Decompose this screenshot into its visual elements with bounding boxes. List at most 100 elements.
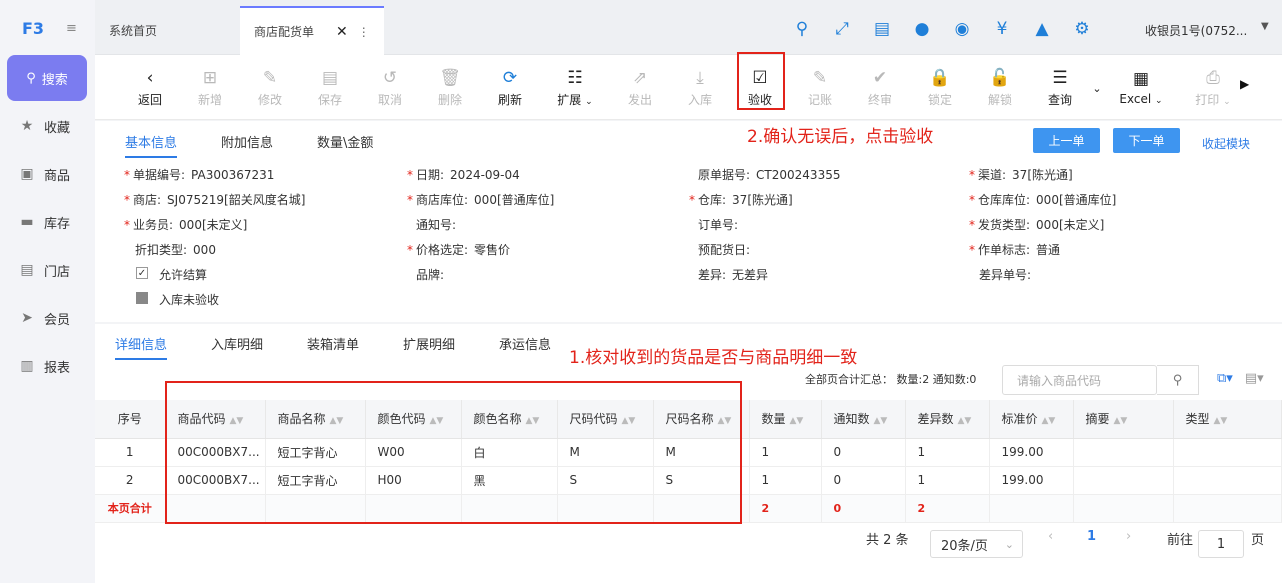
download-icon: ⤓ xyxy=(696,67,704,88)
chevron-down-icon[interactable]: ▼ xyxy=(1261,21,1269,32)
sidebar-item-favorites[interactable]: ★ 收藏 xyxy=(18,114,90,138)
sidebar-item-inventory[interactable]: ▬ 库存 xyxy=(18,210,90,234)
current-page[interactable]: 1 xyxy=(1087,529,1096,544)
table-cell xyxy=(1073,466,1174,495)
new-button[interactable]: ⊞ 新增 xyxy=(185,63,235,113)
page-size-select[interactable]: 20条/页 ⌄ xyxy=(930,530,1023,558)
goto-page-input[interactable]: 1 xyxy=(1198,530,1244,558)
tab-packing-list[interactable]: 装箱清单 xyxy=(307,334,359,353)
column-header[interactable]: 数量 ▲▼ xyxy=(749,400,822,439)
allow-settlement-label: 允许结算 xyxy=(159,268,208,282)
member-icon: ➤ xyxy=(21,310,33,326)
chevron-down-icon: ⌄ xyxy=(1092,81,1102,95)
query-dropdown[interactable]: ⌄ xyxy=(1085,63,1109,113)
close-icon[interactable]: ✕ xyxy=(336,24,348,40)
menu-collapse-icon[interactable]: ≡ xyxy=(66,21,77,36)
search-button[interactable]: ⚲ 搜索 xyxy=(7,55,87,101)
sidebar-item-reports[interactable]: ▥ 报表 xyxy=(18,354,90,378)
gear-icon[interactable]: ⚙ xyxy=(1072,19,1092,39)
page-size-value: 20条/页 xyxy=(941,538,988,554)
extend-button[interactable]: ☷ 扩展 ⌄ xyxy=(547,63,603,113)
column-header[interactable]: 摘要 ▲▼ xyxy=(1073,400,1174,439)
refresh-icon: ⟳ xyxy=(502,67,518,88)
field-store-location: * 商店库位: 000[普通库位] xyxy=(407,193,555,207)
query-button[interactable]: ☰ 查询 xyxy=(1035,63,1085,113)
cancel-button[interactable]: ↺ 取消 xyxy=(365,63,415,113)
sidebar-item-products[interactable]: ▣ 商品 xyxy=(18,162,90,186)
shirt-icon[interactable]: ▲ xyxy=(1032,19,1052,39)
collapse-module-link[interactable]: 收起模块 xyxy=(1202,135,1250,152)
excel-button[interactable]: ▦ Excel ⌄ xyxy=(1113,63,1169,113)
clipboard-icon[interactable]: ▤ xyxy=(872,19,892,39)
product-detail-highlight-box xyxy=(165,381,742,524)
tab-store-distribution[interactable]: 商店配货单 ✕ ⋮ xyxy=(240,6,384,55)
refresh-button[interactable]: ⟳ 刷新 xyxy=(485,63,535,113)
tab-home[interactable]: 系统首页 xyxy=(109,6,157,55)
table-cell: 1 xyxy=(749,438,822,467)
prev-page-icon[interactable]: ‹ xyxy=(1048,529,1053,544)
sidebar: F3 ≡ ⚲ 搜索 ★ 收藏 ▣ 商品 ▬ 库存 ▤ 门店 ➤ 会员 ▥ 报表 xyxy=(0,0,95,583)
button-label: 锁定 xyxy=(927,92,952,107)
final-review-button[interactable]: ✔ 终审 xyxy=(855,63,905,113)
tab-stock-in-detail[interactable]: 入库明细 xyxy=(211,334,263,353)
cash-icon[interactable]: ¥ xyxy=(992,19,1012,39)
column-header[interactable]: 序号 xyxy=(95,400,166,439)
next-record-button[interactable]: 下一单 xyxy=(1113,128,1180,153)
expand-icon[interactable]: ⤢ xyxy=(832,19,852,39)
copy-icon[interactable]: ⧉▾ xyxy=(1217,371,1233,386)
product-code-search-input[interactable]: 请输入商品代码 xyxy=(1002,365,1157,395)
tab-basic-info[interactable]: 基本信息 xyxy=(125,132,178,158)
stock-in-button[interactable]: ⤓ 入库 xyxy=(675,63,725,113)
table-cell: 0 xyxy=(821,438,906,467)
not-accepted-label: 入库未验收 xyxy=(159,293,220,307)
column-header[interactable]: 标准价 ▲▼ xyxy=(989,400,1074,439)
user-name[interactable]: 收银员1号(0752... xyxy=(1145,22,1247,39)
back-button[interactable]: ‹ 返回 xyxy=(125,63,175,113)
tab-carrier-info[interactable]: 承运信息 xyxy=(499,334,551,353)
chevron-down-icon: ⌄ xyxy=(1223,96,1231,107)
more-icon[interactable]: ⋮ xyxy=(358,25,370,39)
search-icon[interactable]: ⚲ xyxy=(1157,365,1199,395)
not-accepted-checkbox[interactable] xyxy=(136,292,148,304)
table-cell: 1 xyxy=(905,438,990,467)
edit-button[interactable]: ✎ 修改 xyxy=(245,63,295,113)
tab-quantity-amount[interactable]: 数量\金额 xyxy=(317,132,373,151)
next-page-icon[interactable]: › xyxy=(1126,529,1131,544)
bulb-icon[interactable]: ◉ xyxy=(952,19,972,39)
column-header[interactable]: 通知数 ▲▼ xyxy=(821,400,906,439)
chevron-down-icon: ⌄ xyxy=(585,96,593,107)
allow-settlement-checkbox[interactable]: ✓ xyxy=(136,267,148,279)
column-header[interactable]: 差异数 ▲▼ xyxy=(905,400,990,439)
paste-icon[interactable]: ▤▾ xyxy=(1245,371,1264,386)
button-label: 查询 xyxy=(1047,92,1072,107)
table-cell: 2 xyxy=(95,466,166,495)
delete-button[interactable]: 🗑 删除 xyxy=(425,63,475,113)
table-cell xyxy=(1073,438,1174,467)
tab-extended-detail[interactable]: 扩展明细 xyxy=(403,334,455,353)
user-icon[interactable]: ● xyxy=(912,19,932,39)
post-button[interactable]: ✎ 记账 xyxy=(795,63,845,113)
field-discount-type: 折扣类型: 000 xyxy=(135,243,216,257)
toolbar-more-icon[interactable]: ▶ xyxy=(1240,77,1249,91)
lock-button[interactable]: 🔒 锁定 xyxy=(915,63,965,113)
sidebar-item-members[interactable]: ➤ 会员 xyxy=(18,306,90,330)
unlock-button[interactable]: 🔓 解锁 xyxy=(975,63,1025,113)
prev-record-button[interactable]: 上一单 xyxy=(1033,128,1100,153)
sidebar-item-stores[interactable]: ▤ 门店 xyxy=(18,258,90,282)
search-icon: ⚲ xyxy=(26,70,36,86)
table-cell: 1 xyxy=(95,438,166,467)
field-notice-no: 通知号: xyxy=(416,218,457,232)
pager-total: 共 2 条 xyxy=(866,533,909,548)
dispatch-button[interactable]: ⇗ 发出 xyxy=(615,63,665,113)
button-label: Excel ⌄ xyxy=(1119,92,1163,106)
search-icon[interactable]: ⚲ xyxy=(792,19,812,39)
field-brand: 品牌: xyxy=(416,268,445,282)
print-button[interactable]: ⎙ 打印 ⌄ xyxy=(1185,63,1241,113)
tab-additional-info[interactable]: 附加信息 xyxy=(221,132,273,151)
tab-detail-info[interactable]: 详细信息 xyxy=(115,334,168,360)
column-header[interactable]: 类型 ▲▼ xyxy=(1173,400,1282,439)
trash-icon: 🗑 xyxy=(439,67,461,88)
ledger-icon: ✎ xyxy=(812,67,828,88)
check-circle-icon: ✔ xyxy=(872,67,888,88)
save-button[interactable]: ▤ 保存 xyxy=(305,63,355,113)
